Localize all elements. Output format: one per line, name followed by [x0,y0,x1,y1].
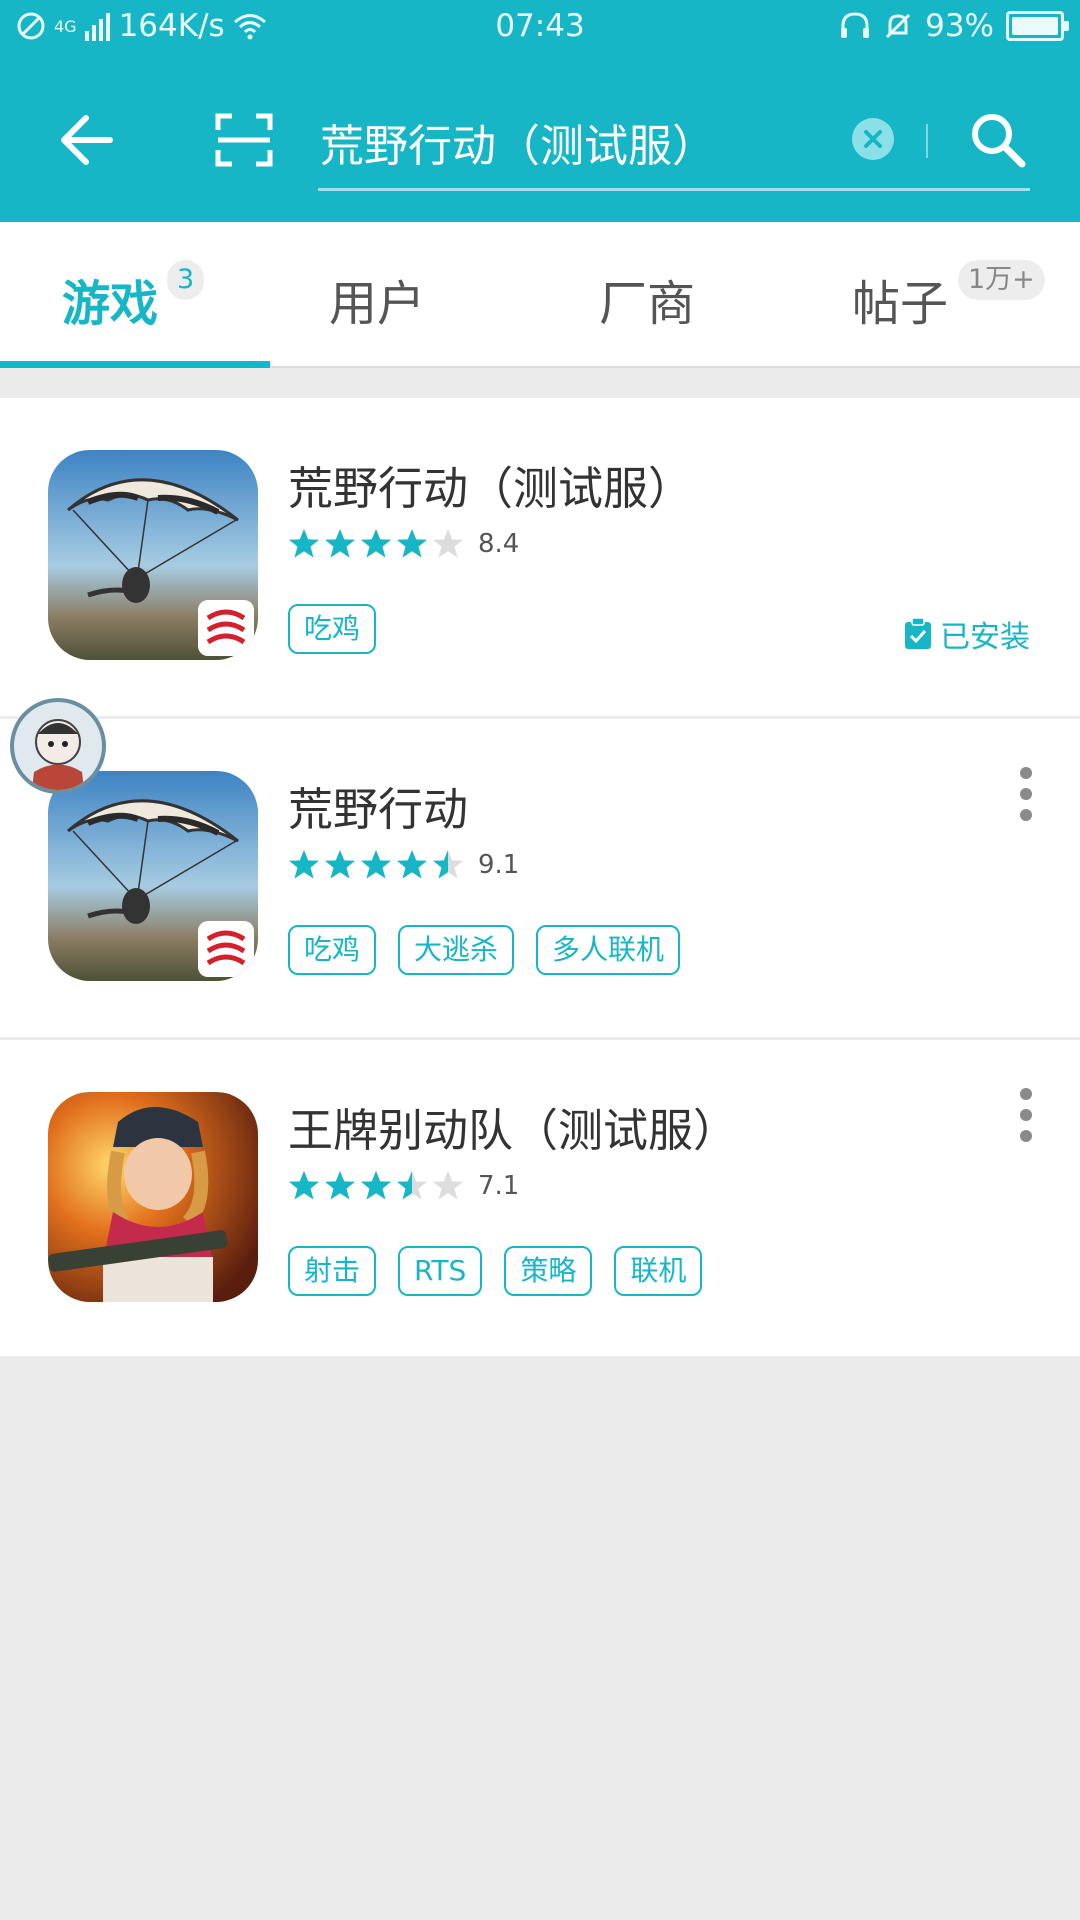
star-icon [289,1171,319,1200]
tag-list: 射击 RTS 策略 联机 [288,1246,703,1296]
star-icon [433,529,463,558]
star-icon [325,850,355,879]
battery-percent: 93% [925,8,994,44]
search-query[interactable]: 荒野行动（测试服） [320,110,716,174]
more-options-icon[interactable] [1018,1088,1034,1142]
tab-count-badge: 1万+ [958,260,1045,300]
soldier-girl-game-icon[interactable] [48,1092,258,1302]
search-divider [926,124,928,158]
search-input[interactable]: 荒野行动（测试服） [318,100,1030,191]
parachute-game-icon[interactable] [48,771,258,981]
scan-icon[interactable] [214,112,274,168]
star-icon [361,529,391,558]
star-icon [325,529,355,558]
search-icon[interactable] [968,110,1028,170]
status-right: 93% [839,8,1069,44]
rating-score: 8.4 [478,529,520,559]
star-rating: 8.4 [286,526,519,562]
parachute-game-icon[interactable] [48,450,258,660]
cartoon-avatar-icon [32,719,84,790]
headset-icon [841,12,870,38]
status-bar: 4G 164K/s 07:43 93% [0,0,1080,56]
list-item[interactable]: 荒野行动 9.1 吃鸡 大逃杀 多人联机 [0,719,1080,1040]
star-rating: 9.1 [286,847,519,883]
game-title[interactable]: 荒野行动（测试服） [288,452,693,517]
tab-posts[interactable]: 帖子 1万+ [810,222,1080,366]
rating-score: 9.1 [478,850,520,880]
star-rating: 7.1 [286,1168,519,1204]
tag[interactable]: 策略 [504,1246,593,1296]
star-icon [397,1171,427,1200]
category-tabs: 游戏 3 用户 厂商 帖子 1万+ [0,222,1080,368]
battery-icon [1006,11,1069,41]
star-icon [289,529,319,558]
star-icon [325,1171,355,1200]
search-bar-row: 荒野行动（测试服） [0,100,1080,191]
tab-active-indicator [0,361,270,368]
tag-list: 吃鸡 [288,604,377,654]
tag[interactable]: 吃鸡 [288,925,377,975]
star-icon [361,1171,391,1200]
clipboard-check-icon [905,618,931,649]
tag[interactable]: 大逃杀 [398,925,515,975]
mute-bell-icon [886,13,911,39]
list-item[interactable]: 荒野行动（测试服） 8.4 吃鸡 已安装 [0,398,1080,719]
star-icon [361,850,391,879]
tag[interactable]: 射击 [288,1246,377,1296]
tag[interactable]: RTS [398,1246,483,1296]
back-arrow-icon[interactable] [56,110,116,170]
star-icon [433,850,463,879]
tag[interactable]: 吃鸡 [288,604,377,654]
star-icon [397,850,427,879]
game-results-list: 荒野行动（测试服） 8.4 吃鸡 已安装 荒野行动 9.1 吃鸡 大逃杀 多人联… [0,398,1080,1356]
installed-label: 已安装 [940,620,1030,655]
tab-label: 厂商 [598,276,695,332]
game-title[interactable]: 荒野行动 [288,773,468,838]
tab-users[interactable]: 用户 [242,222,512,366]
tab-games[interactable]: 游戏 3 [0,222,270,368]
tag[interactable]: 多人联机 [536,925,681,975]
list-item[interactable]: 王牌别动队（测试服） 7.1 射击 RTS 策略 联机 [0,1040,1080,1356]
rating-score: 7.1 [478,1171,520,1201]
clear-x-icon [864,130,882,148]
installed-status[interactable]: 已安装 [904,612,1030,656]
star-icon [433,1171,463,1200]
star-icon [397,529,427,558]
tab-label: 用户 [328,276,425,332]
game-title[interactable]: 王牌别动队（测试服） [288,1094,738,1159]
clear-icon[interactable] [852,118,894,160]
tab-count-badge: 3 [167,260,205,300]
tag-list: 吃鸡 大逃杀 多人联机 [288,925,681,975]
star-icon [289,850,319,879]
app-header: 4G 164K/s 07:43 93% 荒野行动（测试服） [0,0,1080,222]
more-options-icon[interactable] [1018,767,1034,821]
floating-assistant-avatar[interactable] [10,698,106,794]
tag[interactable]: 联机 [614,1246,703,1296]
tab-vendors[interactable]: 厂商 [512,222,782,366]
